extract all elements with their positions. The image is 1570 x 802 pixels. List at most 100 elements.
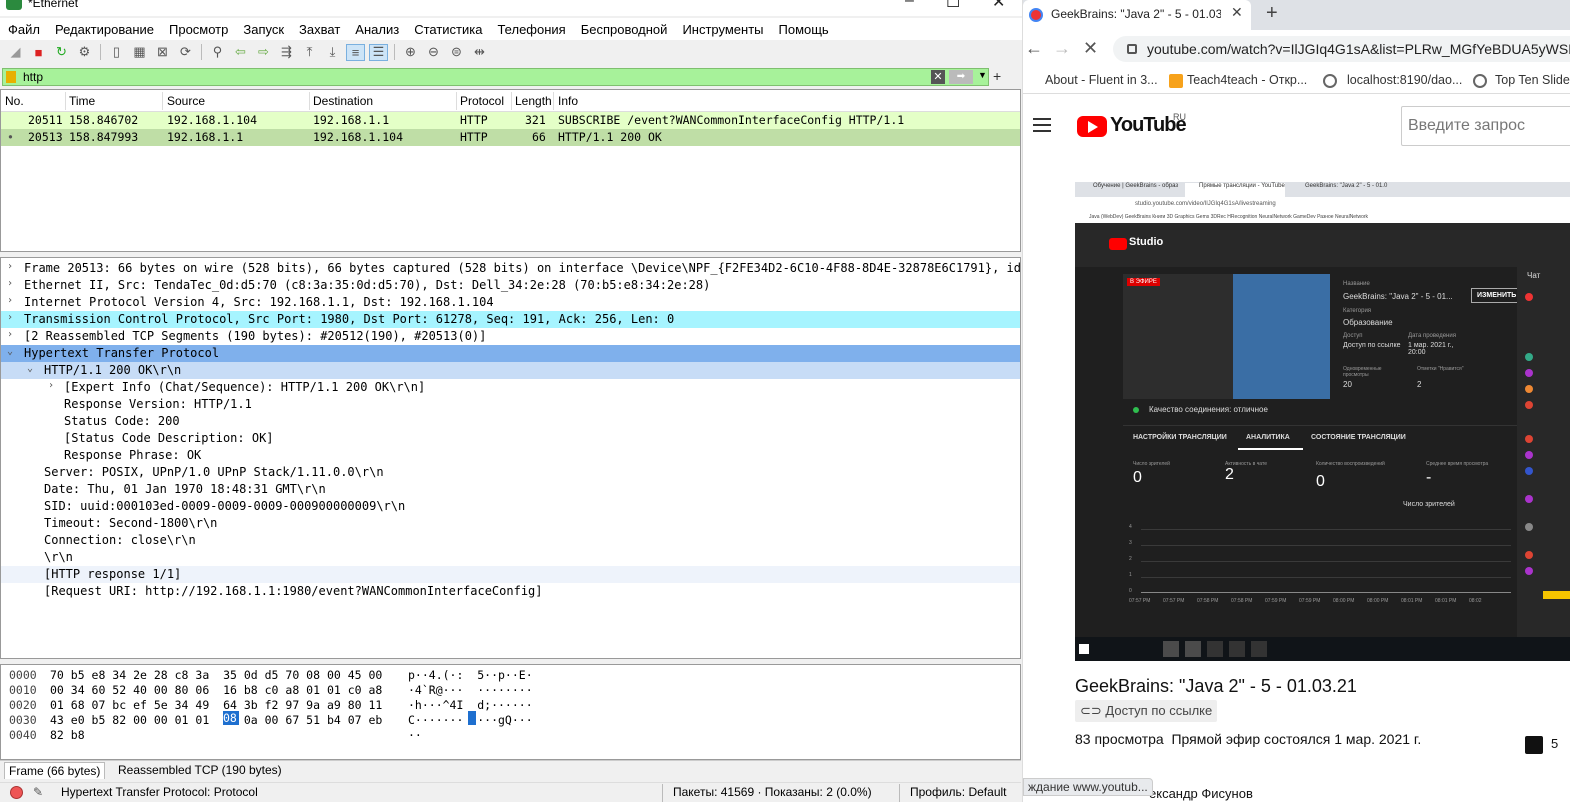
menu-edit[interactable]: Редактирование <box>55 22 154 37</box>
go-forward-icon[interactable]: ⇨ <box>254 44 273 61</box>
close-file-icon[interactable]: ⊠ <box>153 44 172 61</box>
tab-frame[interactable]: Frame (66 bytes) <box>4 762 106 779</box>
bookmark-item[interactable]: Top Ten Slide <box>1495 73 1570 87</box>
expand-icon[interactable]: › <box>7 329 13 340</box>
resize-columns-icon[interactable]: ⇹ <box>470 44 489 61</box>
detail-date[interactable]: Date: Thu, 01 Jan 1970 18:48:31 GMT\r\n <box>1 481 1020 498</box>
expert-info-icon[interactable] <box>10 786 23 799</box>
stop-loading-icon[interactable]: ✕ <box>1083 38 1098 59</box>
expand-icon[interactable]: › <box>7 295 13 306</box>
filter-history-dropdown-icon[interactable]: ▼ <box>978 70 987 80</box>
status-profile[interactable]: Профиль: Default <box>910 785 1007 799</box>
menu-icon[interactable] <box>1033 118 1051 132</box>
menu-go[interactable]: Запуск <box>243 22 284 37</box>
col-protocol[interactable]: Protocol <box>460 94 504 108</box>
col-source[interactable]: Source <box>167 94 205 108</box>
browser-tab[interactable]: GeekBrains: "Java 2" - 5 - 01.03.2 ✕ <box>1023 0 1251 30</box>
col-info[interactable]: Info <box>558 94 578 108</box>
menu-analyze[interactable]: Анализ <box>355 22 399 37</box>
url-field[interactable]: youtube.com/watch?v=IlJGIq4G1sA&list=PLR… <box>1113 36 1570 62</box>
add-filter-button[interactable]: + <box>993 68 1001 84</box>
back-icon[interactable]: ← <box>1025 38 1043 59</box>
go-first-icon[interactable]: ⤒ <box>300 44 319 61</box>
detail-crlf[interactable]: \r\n <box>1 549 1020 566</box>
open-file-icon[interactable]: ▯ <box>107 44 126 61</box>
go-back-icon[interactable]: ⇦ <box>231 44 250 61</box>
detail-ethernet[interactable]: › Ethernet II, Src: TendaTec_0d:d5:70 (c8… <box>1 277 1020 294</box>
column-divider[interactable] <box>162 92 163 110</box>
bookmark-icon[interactable] <box>6 71 16 83</box>
lock-icon[interactable] <box>1127 44 1137 54</box>
maximize-icon[interactable]: ☐ <box>946 0 960 12</box>
apply-filter-icon[interactable]: ➡ <box>949 70 973 84</box>
column-divider[interactable] <box>309 92 310 110</box>
capture-options-icon[interactable]: ⚙ <box>75 44 94 61</box>
menu-help[interactable]: Помощь <box>779 22 829 37</box>
highlighted-byte[interactable]: 08 <box>223 711 239 725</box>
expand-icon[interactable]: › <box>7 312 13 323</box>
detail-sid[interactable]: SID: uuid:000103ed-0009-0009-0009-000900… <box>1 498 1020 515</box>
detail-tcp[interactable]: › Transmission Control Protocol, Src Port… <box>1 311 1020 328</box>
detail-reassembled[interactable]: › [2 Reassembled TCP Segments (190 bytes)… <box>1 328 1020 345</box>
col-destination[interactable]: Destination <box>313 94 373 108</box>
go-last-icon[interactable]: ⤓ <box>323 44 342 61</box>
zoom-normal-icon[interactable]: ⊜ <box>447 44 466 61</box>
clear-filter-icon[interactable]: ✕ <box>931 70 945 84</box>
menu-wireless[interactable]: Беспроводной <box>581 22 668 37</box>
detail-connection[interactable]: Connection: close\r\n <box>1 532 1020 549</box>
stop-capture-icon[interactable]: ■ <box>29 44 48 61</box>
detail-status-line[interactable]: ⌄ HTTP/1.1 200 OK\r\n <box>1 362 1020 379</box>
detail-timeout[interactable]: Timeout: Second-1800\r\n <box>1 515 1020 532</box>
youtube-search-input[interactable]: Введите запрос <box>1401 106 1570 146</box>
like-icon[interactable] <box>1525 736 1543 754</box>
colorize-icon[interactable]: ☰ <box>369 43 388 61</box>
column-divider[interactable] <box>511 92 512 110</box>
close-icon[interactable]: ✕ <box>992 0 1005 12</box>
col-time[interactable]: Time <box>69 94 95 108</box>
collapse-icon[interactable]: ⌄ <box>7 346 13 357</box>
menu-statistics[interactable]: Статистика <box>414 22 482 37</box>
display-filter-input[interactable] <box>23 69 903 85</box>
detail-status-code[interactable]: Status Code: 200 <box>1 413 1020 430</box>
col-length[interactable]: Length <box>515 94 552 108</box>
new-tab-icon[interactable]: + <box>1266 2 1278 25</box>
expand-icon[interactable]: › <box>48 380 54 391</box>
reload-file-icon[interactable]: ⟳ <box>176 44 195 61</box>
bookmark-item[interactable]: Teach4teach - Откр... <box>1187 73 1307 87</box>
tab-reassembled-tcp[interactable]: Reassembled TCP (190 bytes) <box>118 763 282 777</box>
column-divider[interactable] <box>553 92 554 110</box>
save-file-icon[interactable]: ▦ <box>130 44 149 61</box>
expand-icon[interactable]: › <box>7 261 13 272</box>
column-divider[interactable] <box>456 92 457 110</box>
collapse-icon[interactable]: ⌄ <box>27 363 33 374</box>
close-tab-icon[interactable]: ✕ <box>1231 4 1243 21</box>
detail-ip[interactable]: › Internet Protocol Version 4, Src: 192.1… <box>1 294 1020 311</box>
detail-response-version[interactable]: Response Version: HTTP/1.1 <box>1 396 1020 413</box>
bookmark-item[interactable]: localhost:8190/dao... <box>1347 73 1462 87</box>
detail-server[interactable]: Server: POSIX, UPnP/1.0 UPnP Stack/1.11.… <box>1 464 1020 481</box>
bookmark-item[interactable]: About - Fluent in 3... <box>1045 73 1158 87</box>
menu-capture[interactable]: Захват <box>299 22 340 37</box>
highlighted-ascii[interactable] <box>468 711 476 725</box>
packet-row[interactable]: 20511 158.846702 192.168.1.104 192.168.1… <box>1 112 1020 129</box>
start-capture-icon[interactable]: ◢ <box>6 44 25 61</box>
detail-http-response[interactable]: [HTTP response 1/1] <box>1 566 1020 583</box>
zoom-out-icon[interactable]: ⊖ <box>424 44 443 61</box>
detail-expert-info[interactable]: › [Expert Info (Chat/Sequence): HTTP/1.1 … <box>1 379 1020 396</box>
column-divider[interactable] <box>65 92 66 110</box>
minimize-icon[interactable]: – <box>905 0 914 10</box>
menu-view[interactable]: Просмотр <box>169 22 228 37</box>
zoom-in-icon[interactable]: ⊕ <box>401 44 420 61</box>
edit-comment-icon[interactable]: ✎ <box>33 785 43 799</box>
packet-row-selected[interactable]: • 20513 158.847993 192.168.1.1 192.168.1… <box>1 129 1020 146</box>
menu-tools[interactable]: Инструменты <box>682 22 763 37</box>
youtube-logo-icon[interactable] <box>1077 116 1107 137</box>
detail-http[interactable]: ⌄ Hypertext Transfer Protocol <box>1 345 1020 362</box>
detail-response-phrase[interactable]: Response Phrase: OK <box>1 447 1020 464</box>
find-packet-icon[interactable]: ⚲ <box>208 44 227 61</box>
expand-icon[interactable]: › <box>7 278 13 289</box>
detail-frame[interactable]: › Frame 20513: 66 bytes on wire (528 bits… <box>1 260 1035 277</box>
restart-capture-icon[interactable]: ↻ <box>52 44 71 61</box>
detail-request-uri[interactable]: [Request URI: http://192.168.1.1:1980/ev… <box>1 583 1020 600</box>
col-no[interactable]: No. <box>5 94 24 108</box>
